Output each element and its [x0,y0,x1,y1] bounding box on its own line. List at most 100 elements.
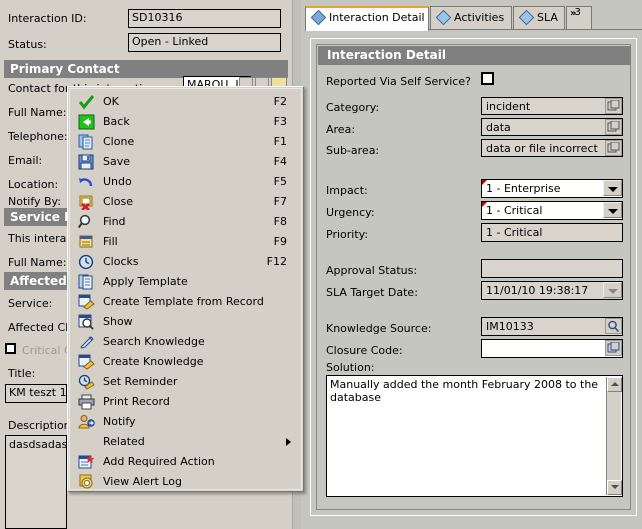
closure-code-field[interactable] [481,339,623,358]
impact-dropdown-button[interactable] [603,180,622,196]
menu-item-fill-accel: F9 [273,235,287,248]
knowledge-source-search-button[interactable] [605,318,622,334]
menu-item-set-reminder[interactable]: Set Reminder [70,372,301,392]
copy-icon [78,134,95,150]
menu-item-clocks[interactable]: Clocks F12 [70,252,301,272]
menu-item-undo[interactable]: Undo F5 [70,172,301,192]
menu-item-save-accel: F4 [273,155,287,168]
menu-item-add-required-action-label: Add Required Action [103,455,215,468]
reminder-clock-icon [78,374,95,390]
description-field[interactable]: dasdsadasds [5,435,67,529]
impact-label: Impact: [326,184,368,197]
menu-item-show-label: Show [103,315,133,328]
check-icon [78,94,95,110]
application-window: Interaction ID: SD10316 Status: Open - L… [0,0,642,529]
scroll-up-button[interactable] [607,377,622,392]
urgency-dropdown-button[interactable] [603,202,622,218]
sub-area-field[interactable]: data or file incorrect [481,139,623,157]
menu-item-close[interactable]: Close F7 [70,192,301,212]
menu-item-search-knowledge[interactable]: Search Knowledge [70,332,301,352]
fill-list-icon [78,234,95,250]
menu-item-clone-accel: F1 [273,135,287,148]
menu-item-create-knowledge[interactable]: Create Knowledge [70,352,301,372]
menu-item-print-record[interactable]: Print Record [70,392,301,412]
menu-item-undo-label: Undo [103,175,132,188]
menu-item-ok-accel: F2 [273,95,287,108]
menu-item-related[interactable]: Related [70,432,301,452]
solution-textarea[interactable]: Manually added the month February 2008 t… [326,375,623,497]
sla-target-date-field[interactable]: 11/01/10 19:38:17 [481,281,623,300]
menu-item-fill[interactable]: Fill F9 [70,232,301,252]
area-field[interactable]: data [481,118,623,136]
approval-status-label: Approval Status: [326,264,418,277]
knowledge-source-label: Knowledge Source: [326,322,432,335]
menu-item-create-knowledge-label: Create Knowledge [103,355,204,368]
menu-item-view-alert-log-label: View Alert Log [103,475,182,488]
menu-item-clone-label: Clone [103,135,135,148]
menu-item-find-accel: F8 [273,215,287,228]
category-label: Category: [326,101,380,114]
menu-item-close-accel: F7 [273,195,287,208]
closure-code-lookup-button[interactable] [605,340,622,356]
tab-overflow-button[interactable]: »3 [566,6,592,29]
right-detail-panel: Interaction Detail Activities SLA »3 Int… [301,0,642,529]
menu-item-clone[interactable]: Clone F1 [70,132,301,152]
menu-item-save[interactable]: Save F4 [70,152,301,172]
undo-icon [78,174,95,190]
urgency-field[interactable]: 1 - Critical [481,201,623,220]
menu-item-ok[interactable]: OK F2 [70,92,301,112]
alert-log-icon [78,474,95,490]
tab-activities[interactable]: Activities [430,6,512,29]
tab-interaction-detail[interactable]: Interaction Detail [305,6,429,31]
interaction-id-field[interactable]: SD10316 [128,9,281,28]
context-menu[interactable]: OK F2 Back F3 Clone F1 Save F4 Undo F5 C… [67,86,304,492]
menu-item-back-label: Back [103,115,130,128]
self-service-checkbox[interactable] [481,72,494,85]
knowledge-source-field[interactable]: IM10133 [481,317,623,336]
title-field[interactable]: KM teszt 1 [5,384,67,403]
title-label: Title: [8,367,36,380]
menu-item-add-required-action[interactable]: Add Required Action [70,452,301,472]
menu-item-clocks-accel: F12 [266,255,287,268]
approval-status-field [481,259,623,278]
solution-scrollbar[interactable] [606,377,622,495]
menu-item-create-template-from-record[interactable]: Create Template from Record [70,292,301,312]
category-field[interactable]: incident [481,97,623,115]
priority-field: 1 - Critical [481,223,623,242]
detail-section-title: Interaction Detail [318,46,631,65]
sub-area-lookup-button[interactable] [605,140,622,156]
sla-target-date-dropdown-button[interactable] [603,282,622,298]
menu-item-related-label: Related [103,435,145,448]
menu-item-back[interactable]: Back F3 [70,112,301,132]
menu-item-apply-template[interactable]: Apply Template [70,272,301,292]
tab-sla[interactable]: SLA [513,6,565,29]
solution-text: Manually added the month February 2008 t… [330,378,599,404]
category-lookup-button[interactable] [605,98,622,114]
magnifier-icon [78,214,95,230]
area-lookup-button[interactable] [605,119,622,135]
menu-item-close-label: Close [103,195,133,208]
impact-required-marker [482,180,487,185]
menu-item-search-knowledge-label: Search Knowledge [103,335,205,348]
status-field[interactable]: Open - Linked [128,33,281,52]
menu-item-show[interactable]: Show [70,312,301,332]
show-record-icon [78,314,95,330]
menu-item-set-reminder-label: Set Reminder [103,375,178,388]
telephone-label: Telephone: [8,130,68,143]
printer-icon [78,394,95,410]
menu-item-notify[interactable]: Notify [70,412,301,432]
menu-item-fill-label: Fill [103,235,118,248]
menu-item-find[interactable]: Find F8 [70,212,301,232]
email-label: Email: [8,154,43,167]
add-action-icon [78,454,95,470]
menu-item-find-label: Find [103,215,126,228]
status-label: Status: [8,38,47,51]
menu-item-apply-template-label: Apply Template [103,275,188,288]
menu-item-view-alert-log[interactable]: View Alert Log [70,472,301,492]
menu-item-back-accel: F3 [273,115,287,128]
impact-field[interactable]: 1 - Enterprise [481,179,623,198]
create-knowledge-icon [78,354,95,370]
notify-user-icon [78,414,95,430]
critical-ci-checkbox[interactable] [5,343,16,354]
scroll-down-button[interactable] [607,480,622,495]
